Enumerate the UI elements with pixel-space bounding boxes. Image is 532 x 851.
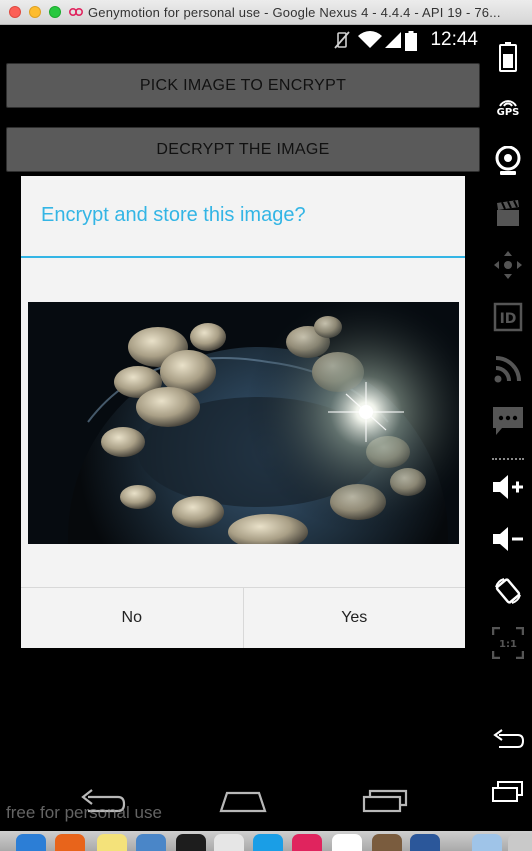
notes-dock-icon[interactable] [97, 834, 127, 851]
network-widget-icon[interactable] [492, 353, 524, 385]
decrypt-image-button[interactable]: DECRYPT THE IMAGE [6, 127, 480, 172]
status-bar: 12:44 [0, 25, 484, 55]
android-screen: 12:44 PICK IMAGE TO ENCRYPT DECRYPT THE … [0, 25, 484, 851]
pixel-perfect-icon[interactable]: 1:1 [492, 627, 524, 659]
vibrate-mode-icon [334, 31, 350, 49]
maximize-window-button[interactable] [49, 6, 61, 18]
sourcetree-dock-icon[interactable] [214, 834, 244, 851]
device-id-widget-icon[interactable]: ID [492, 301, 524, 333]
dialog-button-bar: No Yes [21, 587, 465, 648]
pixel-perfect-label: 1:1 [499, 639, 517, 650]
wifi-icon [358, 31, 382, 48]
toolbar-separator [492, 458, 524, 461]
status-clock: 12:44 [430, 29, 478, 50]
remote-control-widget-icon[interactable] [492, 249, 524, 281]
sms-widget-icon[interactable] [492, 405, 524, 437]
sidebar-recent-apps-icon[interactable] [492, 775, 524, 807]
trash-dock-icon[interactable] [508, 834, 532, 851]
window-title: Genymotion for personal use - Google Nex… [88, 5, 501, 20]
mac-dock [0, 831, 532, 851]
no-button[interactable]: No [21, 588, 243, 648]
battery-icon [405, 31, 417, 51]
screencast-widget-icon[interactable] [492, 197, 524, 229]
genymotion-shell-dock-icon[interactable] [332, 834, 362, 851]
rotate-screen-icon[interactable] [492, 575, 524, 607]
encrypt-dialog: Encrypt and store this image? No Yes [21, 176, 465, 648]
window-title-bar: Genymotion for personal use - Google Nex… [0, 0, 532, 25]
close-window-button[interactable] [9, 6, 21, 18]
minimize-window-button[interactable] [29, 6, 41, 18]
safari-dock-icon[interactable] [16, 834, 46, 851]
sublime-dock-icon[interactable] [372, 834, 402, 851]
signal-icon [385, 32, 401, 48]
volume-down-icon[interactable] [492, 523, 524, 555]
gps-widget-icon[interactable]: GPS [492, 91, 524, 123]
genymotion-toolbar: GPS ID 1:1 [484, 25, 532, 851]
skype-dock-icon[interactable] [253, 834, 283, 851]
pick-image-button[interactable]: PICK IMAGE TO ENCRYPT [6, 63, 480, 108]
genymotion-logo-icon [69, 8, 83, 16]
recent-apps-icon[interactable] [362, 787, 410, 815]
selected-image-preview [28, 302, 459, 544]
word-dock-icon[interactable] [410, 834, 440, 851]
sidebar-back-icon[interactable] [492, 723, 524, 755]
yes-button[interactable]: Yes [242, 588, 465, 648]
earth-clouds-image [28, 302, 459, 544]
firefox-dock-icon[interactable] [55, 834, 85, 851]
downloads-dock-icon[interactable] [472, 834, 502, 851]
volume-up-icon[interactable] [492, 471, 524, 503]
terminal-dock-icon[interactable] [176, 834, 206, 851]
home-icon[interactable] [219, 787, 267, 815]
gps-label: GPS [496, 106, 520, 118]
webcam-widget-icon[interactable] [492, 145, 524, 177]
dialog-title: Encrypt and store this image? [41, 204, 306, 226]
genymotion-dock-icon[interactable] [292, 834, 322, 851]
preview-dock-icon[interactable] [136, 834, 166, 851]
battery-widget-icon[interactable] [492, 41, 524, 73]
genymotion-window: Genymotion for personal use - Google Nex… [0, 0, 532, 851]
dialog-title-divider [21, 256, 465, 258]
personal-use-watermark: free for personal use [6, 803, 162, 822]
id-label: ID [500, 311, 517, 327]
